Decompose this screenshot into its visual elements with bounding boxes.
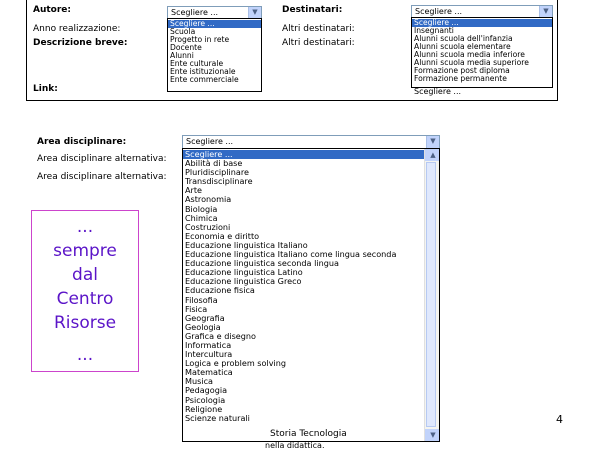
under-text: nella didattica. [265,441,325,450]
area-disciplinare-label: Area disciplinare: [37,137,127,147]
callout-line: Centro [56,289,114,309]
callout-line: dal [72,265,98,285]
area-option[interactable]: Geografia [183,313,439,323]
autore-options-list[interactable]: Scegliere ... Scuola Progetto in rete Do… [167,18,262,92]
area-options-list[interactable]: Scegliere ... Abilità di base Pluridisci… [182,148,440,442]
chevron-down-icon[interactable]: ▼ [248,7,261,18]
callout-line: Risorse [53,313,117,333]
callout-line: ... [76,217,94,237]
area-select-value: Scegliere ... [186,137,234,146]
area-option[interactable]: Biologia [183,204,439,214]
scroll-down-arrow-icon[interactable]: ▼ [425,429,439,441]
area-option[interactable]: Educazione fisica [183,286,439,295]
chevron-down-icon[interactable]: ▼ [426,136,439,148]
scroll-up-arrow-icon[interactable]: ▲ [425,149,439,161]
link-label: Link: [33,84,58,94]
anno-label: Anno realizzazione: [33,24,121,34]
area-option[interactable]: Matematica [183,368,439,377]
area-disciplinare-select[interactable]: Scegliere ... ▼ [182,135,440,149]
callout-line: sempre [53,241,117,261]
destinatari-below-select-text: Scegliere ... [414,87,462,96]
altri-destinatari-label-2: Altri destinatari: [282,38,355,48]
callout-line: ... [76,345,94,365]
area-option[interactable]: Scienze naturali [183,413,439,423]
autore-option[interactable]: Ente commerciale [168,76,261,84]
destinatari-option[interactable]: Formazione permanente [412,75,552,83]
overlap-text: Storia Tecnologia [270,429,347,439]
page-number: 4 [556,413,563,426]
altri-destinatari-label-1: Altri destinatari: [282,24,355,34]
destinatari-options-list[interactable]: Scegliere ... Insegnanti Alunni scuola d… [411,17,553,88]
area-option[interactable]: Filosofia [183,295,439,305]
destinatari-select-value: Scegliere ... [415,7,463,16]
area-alternativa-label-1: Area disciplinare alternativa: [37,154,167,164]
area-options-scrollbar[interactable]: ▲ ▼ [424,149,439,441]
callout-box: ... sempre dal Centro Risorse ... [31,210,139,372]
autore-label: Autore: [33,5,71,15]
destinatari-label: Destinatari: [282,5,343,15]
autore-select-value: Scegliere ... [171,8,219,17]
descrizione-label: Descrizione breve: [33,38,128,48]
area-option[interactable]: Transdisciplinare [183,177,439,186]
chevron-down-icon[interactable]: ▼ [539,6,552,17]
area-alternativa-label-2: Area disciplinare alternativa: [37,172,167,182]
scrollbar-thumb[interactable] [426,162,436,427]
area-option[interactable]: Astronomia [183,195,439,204]
